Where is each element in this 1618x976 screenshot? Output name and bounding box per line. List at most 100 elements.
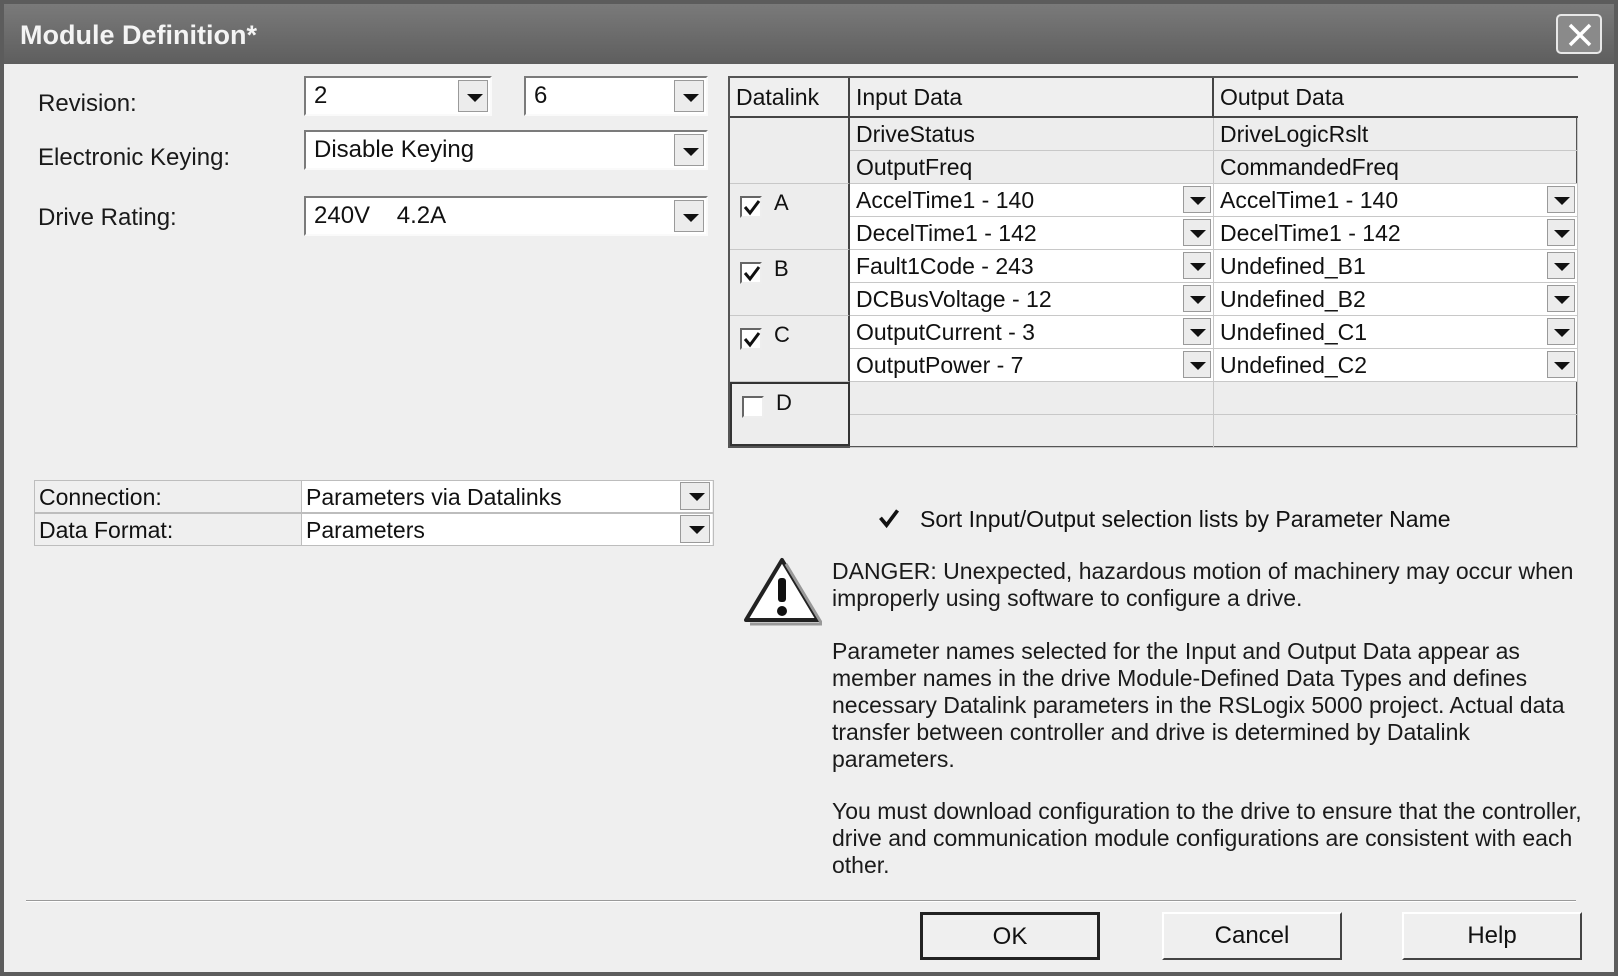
input-select-c2[interactable]: OutputPower - 7 bbox=[850, 349, 1214, 382]
cell-text: Undefined_B2 bbox=[1220, 286, 1366, 312]
title-bar[interactable]: Module Definition* bbox=[4, 4, 1614, 64]
datalink-b-checkbox[interactable] bbox=[740, 262, 762, 284]
cell-text: DriveStatus bbox=[856, 121, 975, 147]
cell-text: OutputPower - 7 bbox=[856, 352, 1024, 378]
cell-text: AccelTime1 - 140 bbox=[856, 187, 1035, 213]
datalink-letter: B bbox=[774, 256, 789, 281]
info-text-1: Parameter names selected for the Input a… bbox=[832, 638, 1565, 772]
chevron-down-icon[interactable] bbox=[1547, 186, 1575, 213]
input-select-a1[interactable]: AccelTime1 - 140 bbox=[850, 184, 1214, 217]
checkmark-icon bbox=[743, 332, 761, 348]
sort-option[interactable]: Sort Input/Output selection lists by Par… bbox=[874, 506, 1534, 536]
datalink-a: A bbox=[730, 184, 850, 250]
drive-rating-value: 240V 4.2A bbox=[314, 202, 447, 229]
chevron-down-icon[interactable] bbox=[1183, 186, 1211, 213]
drive-rating-label: Drive Rating: bbox=[38, 204, 177, 231]
close-button[interactable] bbox=[1556, 14, 1602, 54]
cell-text: AccelTime1 - 140 bbox=[1220, 187, 1399, 213]
ok-button[interactable]: OK bbox=[920, 912, 1100, 960]
chevron-down-icon[interactable] bbox=[1183, 252, 1211, 279]
cell-text: Undefined_B1 bbox=[1220, 253, 1366, 279]
datalink-a-checkbox[interactable] bbox=[740, 196, 762, 218]
input-cell-d2 bbox=[850, 415, 1214, 448]
fixed-output-cell: DriveLogicRslt bbox=[1214, 118, 1578, 151]
danger-text: DANGER: Unexpected, hazardous motion of … bbox=[832, 558, 1574, 611]
chevron-down-icon[interactable] bbox=[674, 80, 704, 112]
cell-text: DecelTime1 - 142 bbox=[1220, 220, 1401, 246]
chevron-down-icon[interactable] bbox=[458, 80, 488, 112]
cancel-button[interactable]: Cancel bbox=[1162, 912, 1342, 960]
output-select-b2[interactable]: Undefined_B2 bbox=[1214, 283, 1578, 316]
chevron-down-icon[interactable] bbox=[1183, 351, 1211, 378]
output-data-column-header: Output Data bbox=[1214, 78, 1578, 118]
datalink-letter: A bbox=[774, 190, 789, 215]
close-icon bbox=[1568, 23, 1592, 47]
output-select-c1[interactable]: Undefined_C1 bbox=[1214, 316, 1578, 349]
output-select-a1[interactable]: AccelTime1 - 140 bbox=[1214, 184, 1578, 217]
fixed-input-cell: DriveStatus bbox=[850, 118, 1214, 151]
fixed-input-cell: OutputFreq bbox=[850, 151, 1214, 184]
data-format-select[interactable]: Parameters bbox=[301, 514, 712, 545]
revision-minor-select[interactable]: 6 bbox=[524, 76, 708, 116]
revision-major-value: 2 bbox=[314, 82, 328, 109]
chevron-down-icon[interactable] bbox=[1183, 285, 1211, 312]
chevron-down-icon[interactable] bbox=[1183, 219, 1211, 246]
checkmark-icon bbox=[743, 266, 761, 282]
chevron-down-icon[interactable] bbox=[680, 482, 710, 510]
electronic-keying-select[interactable]: Disable Keying bbox=[304, 130, 708, 170]
cell-text: OutputFreq bbox=[856, 154, 973, 180]
input-select-b2[interactable]: DCBusVoltage - 12 bbox=[850, 283, 1214, 316]
output-select-a2[interactable]: DecelTime1 - 142 bbox=[1214, 217, 1578, 250]
datalink-c-checkbox[interactable] bbox=[740, 328, 762, 350]
chevron-down-icon[interactable] bbox=[1547, 285, 1575, 312]
connection-value: Parameters via Datalinks bbox=[306, 484, 562, 510]
connection-row: Connection: Parameters via Datalinks bbox=[34, 480, 714, 513]
input-select-c1[interactable]: OutputCurrent - 3 bbox=[850, 316, 1214, 349]
chevron-down-icon[interactable] bbox=[674, 134, 704, 166]
revision-label: Revision: bbox=[38, 90, 137, 117]
cell-text: DCBusVoltage - 12 bbox=[856, 286, 1052, 312]
input-header-text: Input Data bbox=[856, 84, 963, 110]
sort-label: Sort Input/Output selection lists by Par… bbox=[920, 506, 1451, 532]
input-select-a2[interactable]: DecelTime1 - 142 bbox=[850, 217, 1214, 250]
connection-select[interactable]: Parameters via Datalinks bbox=[301, 481, 712, 512]
datalink-d-checkbox[interactable] bbox=[742, 396, 764, 418]
chevron-down-icon[interactable] bbox=[1547, 219, 1575, 246]
output-cell-d1 bbox=[1214, 382, 1578, 415]
datalink-column-header: Datalink bbox=[730, 78, 850, 118]
drive-rating-select[interactable]: 240V 4.2A bbox=[304, 196, 708, 236]
chevron-down-icon[interactable] bbox=[1183, 318, 1211, 345]
input-data-column-header: Input Data bbox=[850, 78, 1214, 118]
data-format-label: Data Format: bbox=[39, 517, 174, 543]
info-text-2: You must download configuration to the d… bbox=[832, 798, 1582, 878]
chevron-down-icon[interactable] bbox=[680, 515, 710, 543]
revision-minor-value: 6 bbox=[534, 82, 548, 109]
datalink-d: D bbox=[730, 382, 850, 446]
datalink-letter: D bbox=[776, 390, 792, 415]
chevron-down-icon[interactable] bbox=[1547, 318, 1575, 345]
warning-icon bbox=[744, 558, 822, 626]
input-select-b1[interactable]: Fault1Code - 243 bbox=[850, 250, 1214, 283]
chevron-down-icon[interactable] bbox=[674, 200, 704, 232]
chevron-down-icon[interactable] bbox=[1547, 252, 1575, 279]
help-button[interactable]: Help bbox=[1402, 912, 1582, 960]
data-format-row: Data Format: Parameters bbox=[34, 513, 714, 546]
revision-major-select[interactable]: 2 bbox=[304, 76, 492, 116]
cell-text: DriveLogicRslt bbox=[1220, 121, 1369, 147]
datalink-fixed-cell bbox=[730, 118, 850, 184]
output-cell-d2 bbox=[1214, 415, 1578, 448]
output-select-b1[interactable]: Undefined_B1 bbox=[1214, 250, 1578, 283]
cell-text: CommandedFreq bbox=[1220, 154, 1399, 180]
datalink-grid: Datalink Input Data Output Data DriveSta… bbox=[728, 76, 1578, 448]
datalink-b: B bbox=[730, 250, 850, 316]
chevron-down-icon[interactable] bbox=[1547, 351, 1575, 378]
checkmark-icon bbox=[879, 509, 900, 529]
data-format-value: Parameters bbox=[306, 517, 425, 543]
divider bbox=[26, 900, 1576, 902]
module-definition-dialog: Module Definition* Revision: 2 6 Electro… bbox=[0, 0, 1618, 976]
output-select-c2[interactable]: Undefined_C2 bbox=[1214, 349, 1578, 382]
input-cell-d1 bbox=[850, 382, 1214, 415]
sort-checkbox[interactable] bbox=[878, 508, 902, 532]
electronic-keying-value: Disable Keying bbox=[314, 136, 475, 163]
cell-text: Fault1Code - 243 bbox=[856, 253, 1034, 279]
